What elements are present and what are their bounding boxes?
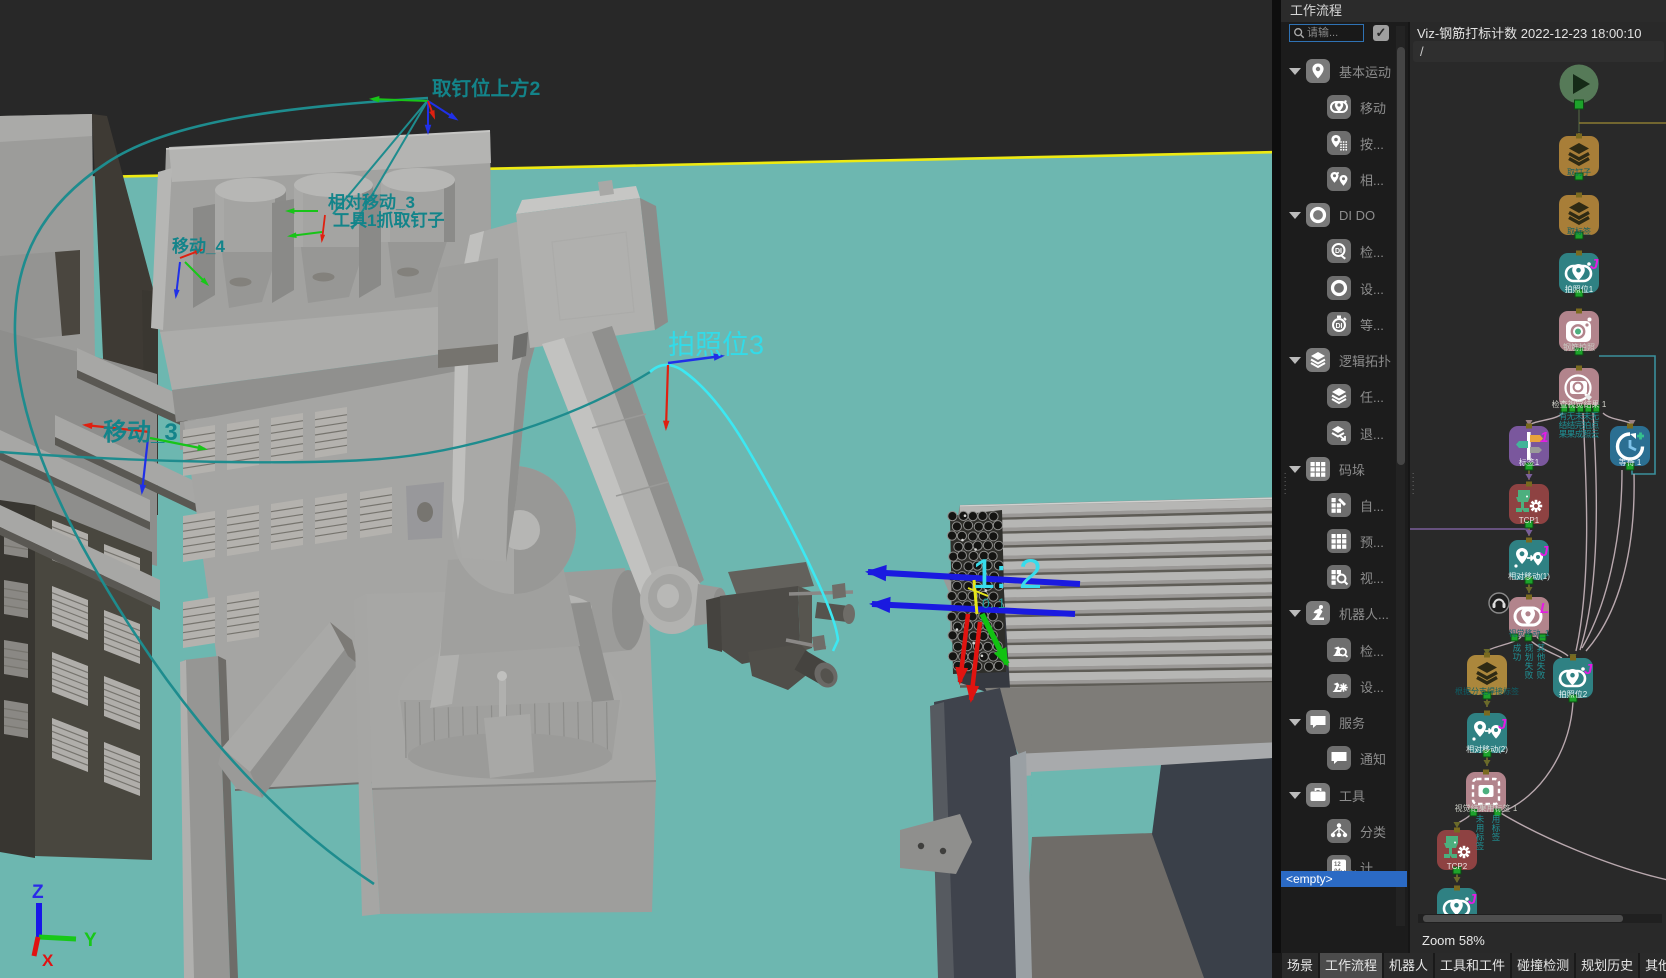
svg-text:DI: DI	[1335, 248, 1342, 255]
svg-text:TCP2: TCP2	[1447, 862, 1468, 871]
svg-text:相对移动(2): 相对移动(2)	[1466, 744, 1508, 754]
svg-text:根据分支焊接标签: 根据分支焊接标签	[1455, 686, 1519, 696]
svg-text:取标签: 取标签	[1567, 226, 1591, 236]
svg-text:移动_3: 移动_3	[103, 419, 178, 446]
svg-text:拍照位2: 拍照位2	[1559, 689, 1588, 699]
svg-text:等待 1: 等待 1	[1619, 457, 1642, 467]
svg-text:败: 败	[1537, 670, 1546, 680]
svg-text:相对移动_3: 相对移动_3	[328, 192, 415, 212]
svg-text:1: 1	[1540, 429, 1548, 446]
svg-text:J: J	[1468, 891, 1477, 908]
svg-text:取钉位上方2: 取钉位上方2	[432, 77, 541, 100]
svg-text:Y: Y	[84, 930, 97, 951]
svg-text:J: J	[1498, 716, 1507, 733]
svg-text:签: 签	[1492, 832, 1501, 842]
svg-text:J: J	[1584, 661, 1593, 678]
svg-text:TCP1: TCP1	[1519, 516, 1540, 525]
svg-text:Z: Z	[32, 882, 44, 903]
svg-text:签: 签	[1476, 841, 1485, 851]
svg-text:败: 败	[1525, 670, 1534, 680]
svg-text:拍照位3: 拍照位3	[668, 330, 764, 360]
svg-text:1: 2: 1: 2	[972, 550, 1042, 597]
svg-text:视觉结果用标签 1: 视觉结果用标签 1	[1455, 803, 1518, 813]
svg-text:工具1抓取钉子: 工具1抓取钉子	[333, 210, 444, 230]
svg-text:取钉子: 取钉子	[1567, 167, 1591, 177]
svg-text:J: J	[1590, 256, 1599, 273]
svg-text:视觉移动_1: 视觉移动_1	[1509, 628, 1550, 638]
svg-text:检查视觉结果 1: 检查视觉结果 1	[1552, 399, 1607, 409]
svg-text:拍照位1: 拍照位1	[1565, 284, 1594, 294]
svg-text:J: J	[1540, 543, 1549, 560]
svg-text:X: X	[42, 951, 54, 970]
svg-text:标签1: 标签1	[1519, 457, 1540, 467]
svg-text:功: 功	[1513, 652, 1522, 662]
svg-text:钢筋拍照: 钢筋拍照	[1563, 342, 1595, 352]
svg-text:L: L	[1540, 600, 1549, 617]
svg-text:相对移动(1): 相对移动(1)	[1508, 571, 1550, 581]
svg-text:移动_4: 移动_4	[172, 236, 225, 256]
svg-text:DI: DI	[1336, 323, 1343, 330]
svg-text:0. 1: 0. 1	[982, 595, 1006, 611]
svg-text:云: 云	[1591, 429, 1600, 439]
